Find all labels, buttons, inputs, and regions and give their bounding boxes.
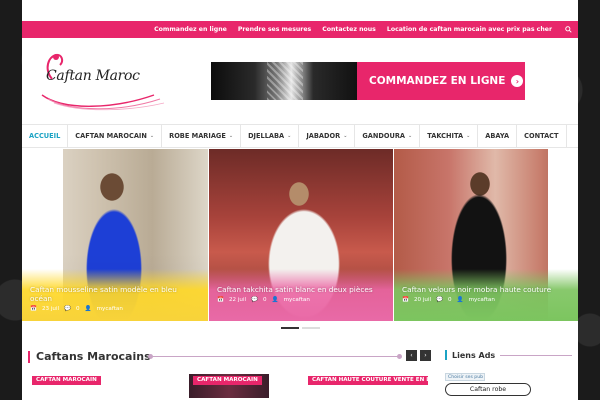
banner-cta[interactable]: COMMANDEZ EN LIGNE › [357, 62, 525, 100]
slide-title[interactable]: Caftan velours noir mobra haute couture [402, 285, 570, 294]
nav-item-takchita[interactable]: TAKCHITA ⌄ [420, 125, 479, 147]
chevron-right-icon[interactable]: › [420, 350, 431, 361]
slide-caption: Caftan mousseline satin modèle en bleu o… [22, 269, 208, 321]
sidebar-title-bar [445, 350, 447, 360]
topbar-link-rental[interactable]: Location de caftan marocain avec prix pa… [387, 26, 552, 33]
nav-item-jabador[interactable]: JABADOR ⌄ [299, 125, 356, 147]
logo-text: Caftan Maroc [46, 68, 140, 84]
user-icon: 👤 [271, 297, 279, 303]
adchoices-badge[interactable]: Choisir ses pub [445, 373, 485, 381]
chevron-down-icon: ⌄ [287, 133, 292, 139]
main-nav: ACCUEIL CAFTAN MAROCAIN ⌄ ROBE MARIAGE ⌄ D… [22, 124, 578, 148]
featured-slider: Caftan mousseline satin modèle en bleu o… [22, 149, 578, 329]
slide-date: 22 juil [228, 297, 247, 303]
slide-author[interactable]: mycaftan [97, 306, 123, 312]
slide-title[interactable]: Caftan mousseline satin modèle en bleu o… [30, 285, 200, 303]
section-title-text: Caftans Marocains [36, 350, 151, 363]
post-thumb[interactable]: CAFTAN MAROCAIN [189, 374, 269, 398]
comment-icon: 💬 [64, 306, 72, 312]
banner-photo [211, 62, 357, 100]
slider-dot-active[interactable] [280, 327, 299, 329]
chevron-down-icon: ⌄ [343, 133, 348, 139]
comment-icon: 💬 [436, 297, 444, 303]
chevron-down-icon: ⌄ [408, 133, 413, 139]
nav-item-robe-mariage[interactable]: ROBE MARIAGE ⌄ [162, 125, 242, 147]
slide-caption: Caftan velours noir mobra haute couture … [394, 269, 578, 321]
slide-title[interactable]: Caftan takchita satin blanc en deux pièc… [217, 285, 385, 294]
section-divider [148, 354, 402, 359]
chevron-down-icon: ⌄ [466, 133, 471, 139]
slide-caption: Caftan takchita satin blanc en deux pièc… [209, 269, 393, 321]
post-thumb[interactable]: CAFTAN HAUTE COUTURE VENTE EN LIGNE [308, 374, 428, 398]
category-tag[interactable]: CAFTAN HAUTE COUTURE VENTE EN LIGNE [308, 376, 428, 385]
user-icon: 👤 [84, 306, 92, 312]
banner-cta-label: COMMANDEZ EN LIGNE [369, 75, 506, 87]
chevron-down-icon: ⌄ [228, 133, 234, 139]
arrow-right-icon: › [511, 75, 524, 87]
slider-dot[interactable] [301, 327, 320, 329]
sidebar-title-text: Liens Ads [452, 350, 496, 360]
section-carousel-controls: ‹ › [406, 350, 431, 361]
topbar-link-measures[interactable]: Prendre ses mesures [238, 26, 311, 33]
slide-author[interactable]: mycaftan [284, 297, 310, 303]
order-banner[interactable]: COMMANDEZ EN LIGNE › [211, 62, 525, 100]
nav-item-djellaba[interactable]: DJELLABA ⌄ [241, 125, 300, 147]
slide-velours-noir[interactable]: Caftan velours noir mobra haute couture … [394, 149, 578, 321]
calendar-icon: 📅 [402, 297, 409, 303]
slide-meta: 📅 23 juil 💬 0 👤 mycaftan [30, 306, 200, 312]
sidebar-divider [500, 355, 572, 356]
chevron-down-icon: ⌄ [149, 133, 155, 139]
chevron-left-icon[interactable]: ‹ [406, 350, 417, 361]
comment-icon: 💬 [251, 297, 259, 303]
calendar-icon: 📅 [217, 297, 224, 303]
section-title-bar [28, 350, 30, 363]
slide-comments[interactable]: 0 [263, 297, 267, 303]
category-tag[interactable]: CAFTAN MAROCAIN [32, 376, 101, 385]
slide-takchita-blanc[interactable]: Caftan takchita satin blanc en deux pièc… [209, 149, 393, 321]
slide-date: 20 juil [413, 297, 432, 303]
nav-item-contact[interactable]: CONTACT [517, 125, 567, 147]
slide-date: 23 juil [41, 306, 60, 312]
slider-pagination [22, 327, 578, 329]
nav-item-caftan-marocain[interactable]: CAFTAN MAROCAIN ⌄ [68, 125, 163, 147]
slide-comments[interactable]: 0 [76, 306, 80, 312]
slide-author[interactable]: mycaftan [469, 297, 495, 303]
top-bar: Commandez en ligne Prendre ses mesures C… [22, 21, 578, 38]
user-icon: 👤 [456, 297, 464, 303]
nav-item-abaya[interactable]: ABAYA [478, 125, 518, 147]
page-wrapper: Commandez en ligne Prendre ses mesures C… [22, 0, 578, 400]
ad-link-button[interactable]: Caftan robe [445, 383, 531, 396]
search-icon[interactable] [565, 26, 572, 33]
section-title: Caftans Marocains [28, 350, 151, 363]
post-thumb[interactable]: CAFTAN MAROCAIN [28, 374, 148, 398]
nav-item-accueil[interactable]: ACCUEIL [22, 125, 69, 147]
category-tag[interactable]: CAFTAN MAROCAIN [193, 376, 262, 385]
slide-meta: 📅 20 juil 💬 0 👤 mycaftan [402, 297, 570, 303]
site-header: Caftan Maroc COMMANDEZ EN LIGNE › [22, 38, 578, 124]
slide-caftan-bleu[interactable]: Caftan mousseline satin modèle en bleu o… [22, 149, 208, 321]
calendar-icon: 📅 [30, 306, 37, 312]
topbar-link-contact[interactable]: Contactez nous [322, 26, 376, 33]
site-logo[interactable]: Caftan Maroc [34, 49, 174, 113]
slide-meta: 📅 22 juil 💬 0 👤 mycaftan [217, 297, 385, 303]
sidebar-title: Liens Ads [445, 350, 495, 360]
slide-comments[interactable]: 0 [448, 297, 452, 303]
topbar-link-order[interactable]: Commandez en ligne [154, 26, 227, 33]
nav-item-gandoura[interactable]: GANDOURA ⌄ [355, 125, 421, 147]
caftans-section: Caftans Marocains ‹ › CAFTAN MAROCAIN CA… [22, 338, 578, 398]
